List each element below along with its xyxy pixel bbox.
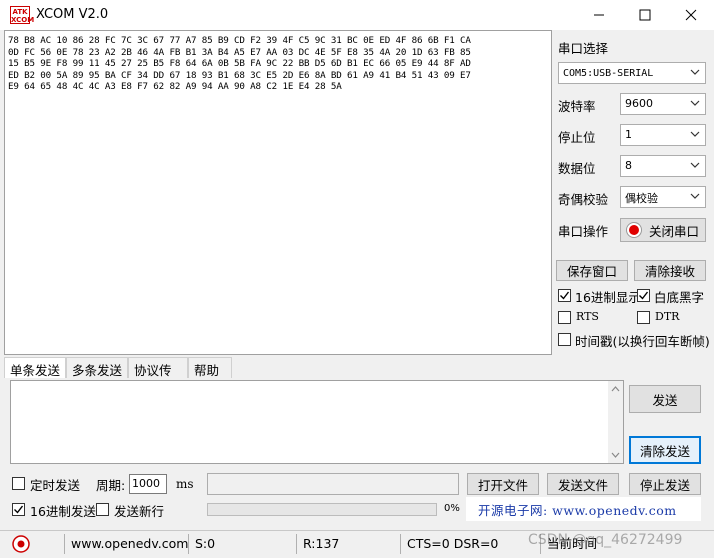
receive-textarea[interactable]: 78 B8 AC 10 86 28 FC 7C 3C 67 77 A7 85 B…	[4, 30, 552, 355]
tab-single-send[interactable]: 单条发送	[4, 357, 66, 378]
close-button[interactable]	[668, 0, 714, 30]
send-progress-bar	[207, 503, 437, 516]
send-newline-label: 发送新行	[114, 504, 165, 519]
send-button[interactable]: 发送	[629, 385, 701, 413]
minimize-icon	[594, 14, 604, 16]
chevron-down-icon	[690, 191, 700, 204]
baud-select-value: 9600	[625, 97, 653, 110]
maximize-button[interactable]	[622, 0, 668, 30]
settings-gear-icon[interactable]	[10, 533, 32, 555]
port-operation-label: 串口操作	[558, 224, 609, 239]
tab-multi-send[interactable]: 多条发送	[66, 357, 128, 378]
stopbits-select-value: 1	[625, 128, 632, 141]
period-label: 周期:	[96, 478, 126, 493]
hex-send-label: 16进制发送	[30, 504, 96, 519]
tab-protocol[interactable]: 协议传输	[128, 357, 188, 397]
rts-checkbox[interactable]	[558, 311, 571, 324]
close-port-button[interactable]: 关闭串口	[620, 218, 706, 242]
period-unit: ms	[176, 477, 194, 491]
baud-label: 波特率	[558, 99, 596, 114]
clear-send-button[interactable]: 清除发送	[629, 436, 701, 464]
parity-select-value: 偶校验	[625, 192, 658, 205]
clear-receive-button[interactable]: 清除接收	[634, 260, 706, 281]
window-title: XCOM V2.0	[36, 7, 109, 22]
status-url[interactable]: www.openedv.com	[64, 534, 188, 554]
parity-label: 奇偶校验	[558, 192, 609, 207]
databits-label: 数据位	[558, 161, 596, 176]
status-received: R:137	[296, 534, 400, 554]
open-file-button[interactable]: 打开文件	[467, 473, 539, 495]
dtr-label: DTR	[655, 310, 680, 323]
send-scrollbar[interactable]	[608, 381, 623, 463]
port-status-led-icon	[626, 222, 642, 238]
maximize-icon	[639, 9, 651, 21]
parity-select[interactable]: 偶校验	[620, 186, 706, 208]
chevron-down-icon	[690, 160, 700, 173]
hex-send-checkbox[interactable]	[12, 503, 25, 516]
databits-select[interactable]: 8	[620, 155, 706, 177]
minimize-button[interactable]	[576, 0, 622, 30]
close-icon	[685, 9, 697, 21]
send-file-button[interactable]: 发送文件	[547, 473, 619, 495]
close-port-label: 关闭串口	[649, 223, 700, 239]
rts-label: RTS	[576, 310, 599, 323]
timed-send-label: 定时发送	[30, 478, 81, 493]
send-newline-checkbox[interactable]	[96, 503, 109, 516]
watermark: CSDN @qq_46272499	[528, 532, 683, 548]
stop-send-button[interactable]: 停止发送	[629, 473, 701, 495]
checkmark-icon	[560, 291, 570, 300]
port-select-value: COM5:USB-SERIAL	[563, 68, 654, 79]
stopbits-select[interactable]: 1	[620, 124, 706, 146]
timestamp-checkbox[interactable]	[558, 333, 571, 346]
status-lines: CTS=0 DSR=0 DCD=0	[400, 534, 540, 558]
dtr-checkbox[interactable]	[637, 311, 650, 324]
baud-select[interactable]: 9600	[620, 93, 706, 115]
period-input[interactable]: 1000	[129, 474, 167, 494]
hex-display-checkbox[interactable]	[558, 289, 571, 302]
save-window-button[interactable]: 保存窗口	[556, 260, 628, 281]
file-path-input[interactable]	[207, 473, 459, 495]
chevron-down-icon	[690, 129, 700, 142]
send-progress-text: 0%	[444, 503, 460, 514]
port-select-label: 串口选择	[558, 41, 609, 56]
send-textarea[interactable]	[10, 380, 624, 464]
chevron-down-icon	[690, 67, 700, 80]
scroll-up-icon	[611, 386, 620, 392]
checkmark-icon	[14, 505, 24, 514]
stopbits-label: 停止位	[558, 130, 596, 145]
timed-send-checkbox[interactable]	[12, 477, 25, 490]
scroll-down-icon	[611, 452, 620, 458]
site-banner[interactable]: 开源电子网: www.openedv.com	[466, 497, 701, 521]
port-select[interactable]: COM5:USB-SERIAL	[558, 62, 706, 84]
databits-select-value: 8	[625, 159, 632, 172]
app-logo: ATK XCOM	[10, 6, 35, 24]
chevron-down-icon	[690, 98, 700, 111]
timestamp-label: 时间戳(以换行回车断帧)	[575, 334, 710, 349]
status-sent: S:0	[188, 534, 296, 554]
tab-help[interactable]: 帮助	[188, 357, 232, 378]
white-bg-checkbox[interactable]	[637, 289, 650, 302]
white-bg-label: 白底黑字	[654, 290, 705, 305]
checkmark-icon	[639, 291, 649, 300]
hex-display-label: 16进制显示	[575, 290, 641, 305]
